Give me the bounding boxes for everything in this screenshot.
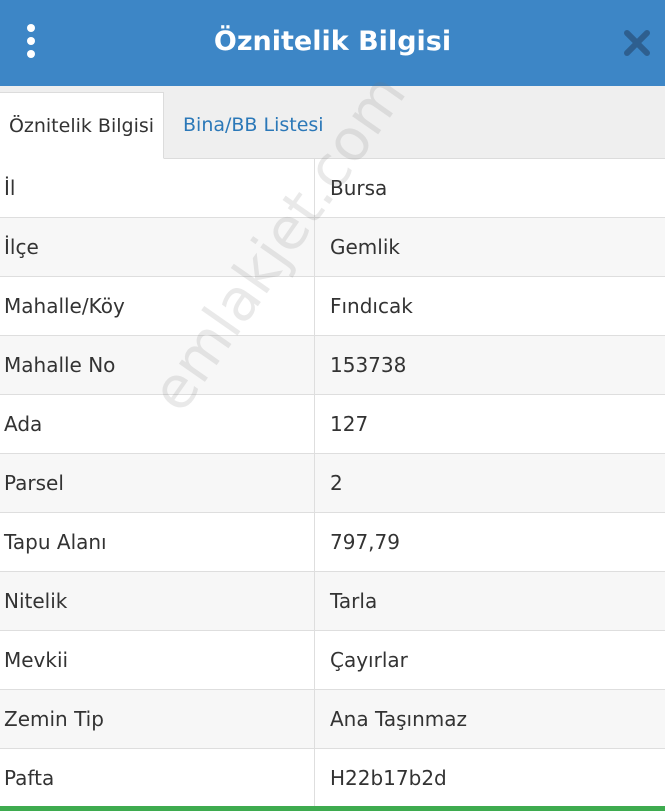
table-row: İl Bursa <box>0 159 665 218</box>
row-label: Ada <box>4 412 43 436</box>
table-row: Tapu Alanı 797,79 <box>0 513 665 572</box>
table-row: Mahalle No 153738 <box>0 336 665 395</box>
row-value: 797,79 <box>330 530 400 554</box>
table-row: Mahalle/Köy Fındıcak <box>0 277 665 336</box>
row-value: H22b17b2d <box>330 766 447 790</box>
table-row: Parsel 2 <box>0 454 665 513</box>
row-value: 127 <box>330 412 369 436</box>
table-row: Ada 127 <box>0 395 665 454</box>
table-row: İlçe Gemlik <box>0 218 665 277</box>
row-value: Ana Taşınmaz <box>330 707 468 731</box>
table-row: Zemin Tip Ana Taşınmaz <box>0 690 665 749</box>
tab-bar: Öznitelik Bilgisi Bina/BB Listesi <box>0 86 665 159</box>
row-label: Mevkii <box>4 648 69 672</box>
column-divider <box>314 159 315 811</box>
row-label: Parsel <box>4 471 64 495</box>
page-title: Öznitelik Bilgisi <box>213 26 452 57</box>
row-value: Gemlik <box>330 235 400 259</box>
attribute-table: İl Bursa İlçe Gemlik Mahalle/Köy Fındıca… <box>0 159 665 808</box>
row-value: Bursa <box>330 176 388 200</box>
close-icon[interactable] <box>620 26 654 60</box>
table-row: Mevkii Çayırlar <box>0 631 665 690</box>
tab-bina-bb-listesi[interactable]: Bina/BB Listesi <box>183 92 324 158</box>
table-row: Pafta H22b17b2d <box>0 749 665 808</box>
row-label: Pafta <box>4 766 55 790</box>
row-label: Mahalle/Köy <box>4 294 125 318</box>
row-value: Çayırlar <box>330 648 408 672</box>
row-value: 2 <box>330 471 343 495</box>
row-label: Tapu Alanı <box>4 530 107 554</box>
header-bar: Öznitelik Bilgisi <box>0 0 665 86</box>
tab-oznitelik-bilgisi[interactable]: Öznitelik Bilgisi <box>0 92 164 159</box>
row-label: İl <box>4 176 16 200</box>
row-value: Fındıcak <box>330 294 413 318</box>
row-value: Tarla <box>330 589 378 613</box>
row-label: Nitelik <box>4 589 68 613</box>
bottom-accent-bar <box>0 806 665 811</box>
row-label: İlçe <box>4 235 39 259</box>
row-value: 153738 <box>330 353 407 377</box>
row-label: Mahalle No <box>4 353 116 377</box>
row-label: Zemin Tip <box>4 707 104 731</box>
table-row: Nitelik Tarla <box>0 572 665 631</box>
